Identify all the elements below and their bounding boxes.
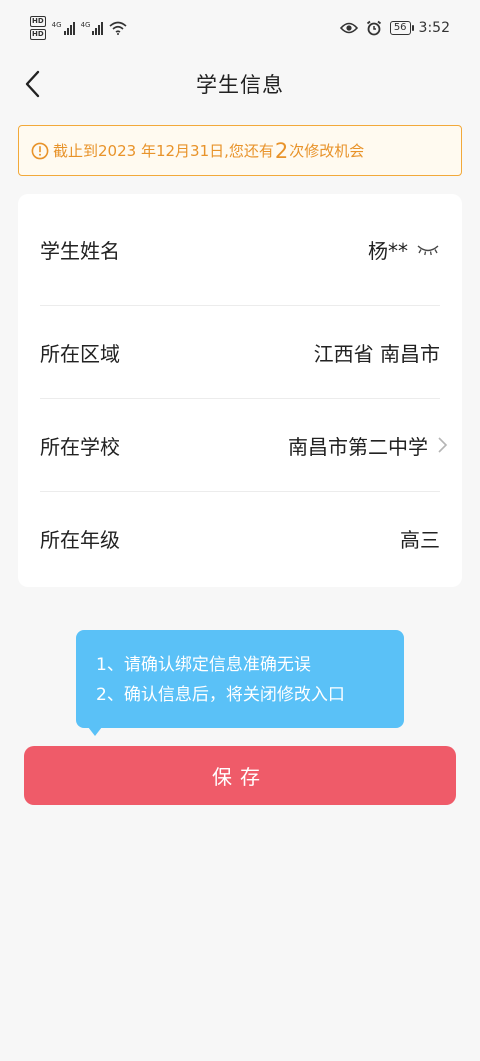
row-label: 所在学校: [40, 434, 120, 459]
tip-line-2: 2、确认信息后，将关闭修改入口: [96, 685, 345, 705]
row-label: 所在年级: [40, 528, 120, 552]
chevron-left-icon: [25, 70, 40, 98]
warning-icon: [31, 142, 49, 159]
status-bar: HD HD 4G 4G 56 3:52: [0, 0, 480, 56]
row-value: 南昌市第二中学: [288, 431, 448, 460]
school-value: 南昌市第二中学: [288, 434, 428, 459]
hd-badge: HD: [30, 16, 46, 27]
wifi-icon: [109, 21, 127, 35]
row-school[interactable]: 所在学校 南昌市第二中学: [40, 399, 448, 492]
save-button[interactable]: 保存: [24, 746, 456, 805]
tips-tooltip: 1、请确认绑定信息准确无误 2、确认信息后，将关闭修改入口: [76, 630, 404, 736]
hd-indicators: HD HD: [30, 16, 46, 40]
network-type: 4G: [51, 21, 62, 29]
eye-icon: [339, 22, 358, 34]
battery-icon: 56: [389, 21, 414, 35]
signal-icon: 4G: [81, 21, 104, 35]
status-right: 56 3:52: [339, 20, 450, 36]
eye-closed-icon[interactable]: [416, 243, 440, 257]
row-label: 所在区域: [40, 341, 120, 366]
row-label: 学生姓名: [40, 239, 120, 263]
student-info-card: 学生姓名 杨** 所在区域 江西省 南昌市 所在学校 南昌市第二中学 所在年级 …: [18, 194, 462, 587]
grade-value: 高三: [400, 528, 440, 552]
back-button[interactable]: [14, 66, 50, 102]
notice-count: 2: [274, 138, 289, 163]
status-left: HD HD 4G 4G: [30, 16, 127, 40]
row-region: 所在区域 江西省 南昌市: [40, 306, 440, 399]
notice-suffix: 次修改机会: [289, 142, 365, 160]
row-student-name: 学生姓名 杨**: [40, 194, 440, 306]
tip-line-1: 1、请确认绑定信息准确无误: [96, 655, 311, 675]
clock: 3:52: [418, 20, 450, 36]
hd-badge: HD: [30, 29, 46, 40]
network-type: 4G: [80, 21, 91, 29]
notice-prefix: 截止到2023 年12月31日,您还有: [53, 142, 274, 160]
page-title: 学生信息: [196, 73, 284, 97]
alarm-icon: [366, 20, 381, 36]
row-value: 杨**: [368, 235, 440, 264]
chevron-right-icon: [438, 437, 448, 453]
notice-banner: 截止到2023 年12月31日,您还有 2 次修改机会: [18, 125, 462, 176]
row-grade: 所在年级 高三: [40, 492, 440, 585]
signal-icon: 4G: [52, 21, 75, 35]
student-name-value: 杨**: [368, 239, 408, 263]
region-value: 江西省 南昌市: [313, 341, 440, 366]
nav-bar: 学生信息: [0, 56, 480, 112]
